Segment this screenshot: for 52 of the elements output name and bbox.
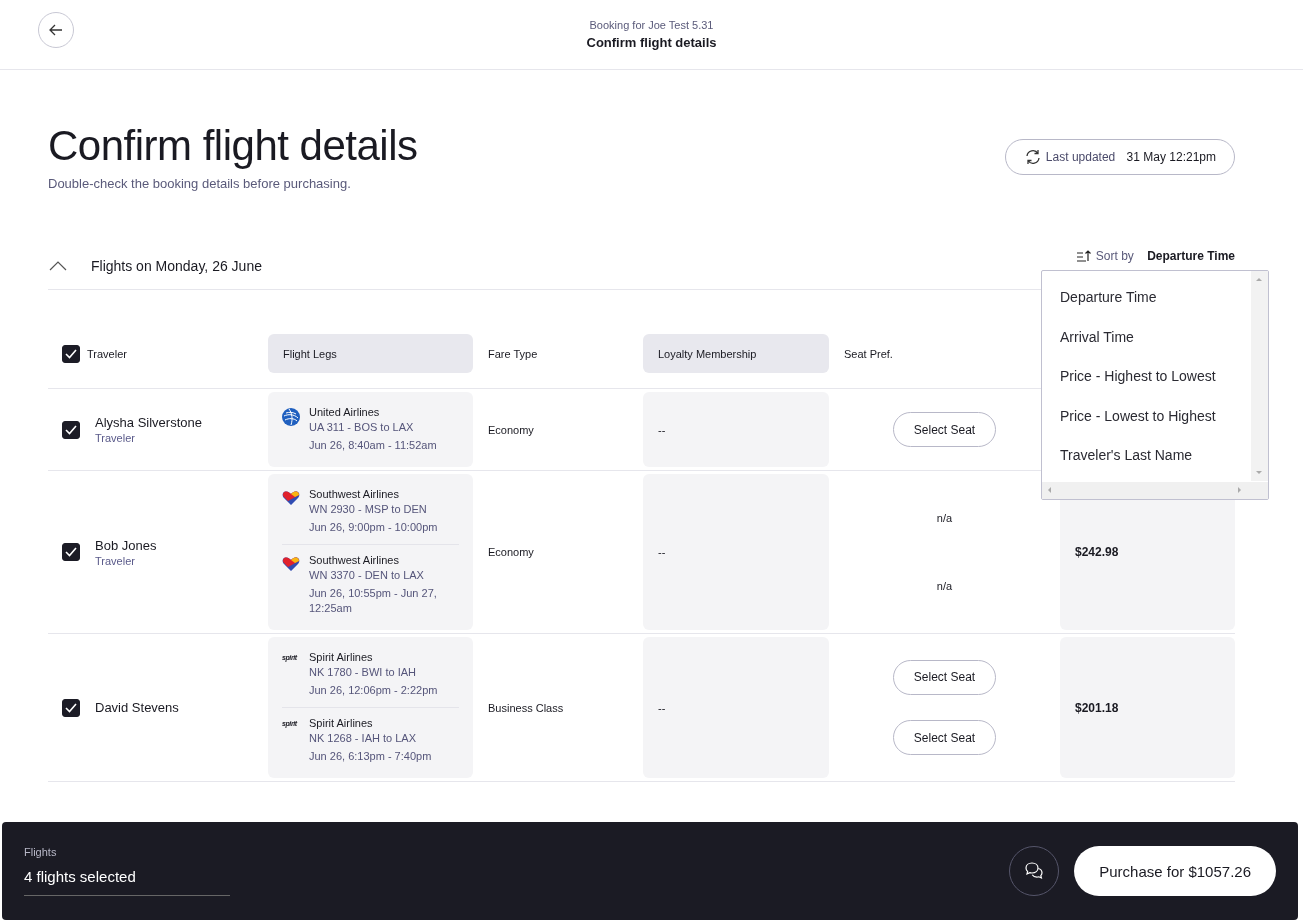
airline-name: Southwest Airlines — [309, 488, 400, 500]
flight-time: Jun 26, 10:55pm - Jun 27, 12:25am — [309, 586, 438, 616]
booking-subtitle: Booking for Joe Test 5.31 — [588, 19, 715, 31]
price-cell: $201.18 — [1060, 637, 1235, 778]
page-subtitle: Double-check the booking details before purchasing. — [48, 176, 352, 191]
sort-option[interactable]: Departure Time — [1042, 278, 1157, 318]
select-seat-button[interactable]: Select Seat — [893, 720, 996, 756]
flight-time: Jun 26, 9:00pm - 10:00pm — [309, 520, 439, 535]
flights-label: Flights — [24, 846, 58, 858]
section-title: Flights on Monday, 26 June — [91, 258, 262, 274]
last-updated-button[interactable]: Last updated 31 May 12:21pm — [1004, 139, 1235, 175]
flight-time: Jun 26, 6:13pm - 7:40pm — [309, 749, 433, 764]
flight-route: NK 1780 - BWI to IAH — [309, 666, 417, 678]
sort-option[interactable]: Price - Lowest to Highest — [1042, 396, 1216, 436]
traveler-name: Bob Jones — [95, 537, 157, 553]
flight-time: Jun 26, 8:40am - 11:52am — [309, 438, 438, 453]
seat-value: n/a — [936, 512, 953, 524]
traveler-role: Traveler — [95, 432, 136, 444]
loyalty-cell: -- — [643, 637, 829, 778]
flight-route: NK 1268 - IAH to LAX — [309, 732, 417, 744]
flight-route: WN 3370 - DEN to LAX — [309, 569, 425, 581]
loyalty-cell: -- — [643, 474, 829, 630]
column-header: Seat Pref. — [843, 346, 894, 362]
sort-button[interactable]: Sort by Departure Time — [1076, 249, 1235, 263]
flights-selected-field[interactable]: 4 flights selected — [24, 858, 230, 896]
column-header: Loyalty Membership — [643, 334, 829, 373]
flight-time: Jun 26, 12:06pm - 2:22pm — [309, 683, 439, 698]
purchase-button[interactable]: Purchase for $1057.26 — [1074, 846, 1276, 896]
airline-name: Spirit Airlines — [309, 651, 374, 663]
airline-name: Spirit Airlines — [309, 717, 374, 729]
fare-type-cell-text: Economy — [487, 422, 535, 438]
column-header: Fare Type — [487, 346, 539, 362]
select-seat-button[interactable]: Select Seat — [893, 659, 996, 695]
airline-name: Southwest Airlines — [309, 554, 400, 566]
column-header: Flight Legs — [268, 334, 473, 373]
traveler-name: Alysha Silverstone — [95, 415, 202, 430]
fare-type-cell-text: Business Class — [487, 700, 565, 716]
page-title: Confirm flight details — [48, 121, 418, 171]
loyalty-cell: -- — [643, 392, 829, 467]
airline-name: United Airlines — [309, 406, 381, 418]
seat-value: n/a — [936, 580, 953, 592]
header-title: Confirm flight details — [586, 35, 717, 50]
traveler-name: David Stevens — [95, 700, 179, 715]
select-seat-button[interactable]: Select Seat — [893, 412, 996, 447]
flight-route: UA 311 - BOS to LAX — [309, 421, 415, 433]
fare-type-cell-text: Economy — [487, 545, 535, 560]
sort-option[interactable]: Arrival Time — [1042, 317, 1134, 357]
sort-option[interactable]: Price - Highest to Lowest — [1042, 357, 1216, 397]
traveler-role: Traveler — [95, 554, 136, 567]
column-header: Traveler — [87, 347, 127, 360]
flight-route: WN 2930 - MSP to DEN — [309, 503, 428, 515]
sort-option[interactable]: Traveler's Last Name — [1042, 436, 1193, 476]
